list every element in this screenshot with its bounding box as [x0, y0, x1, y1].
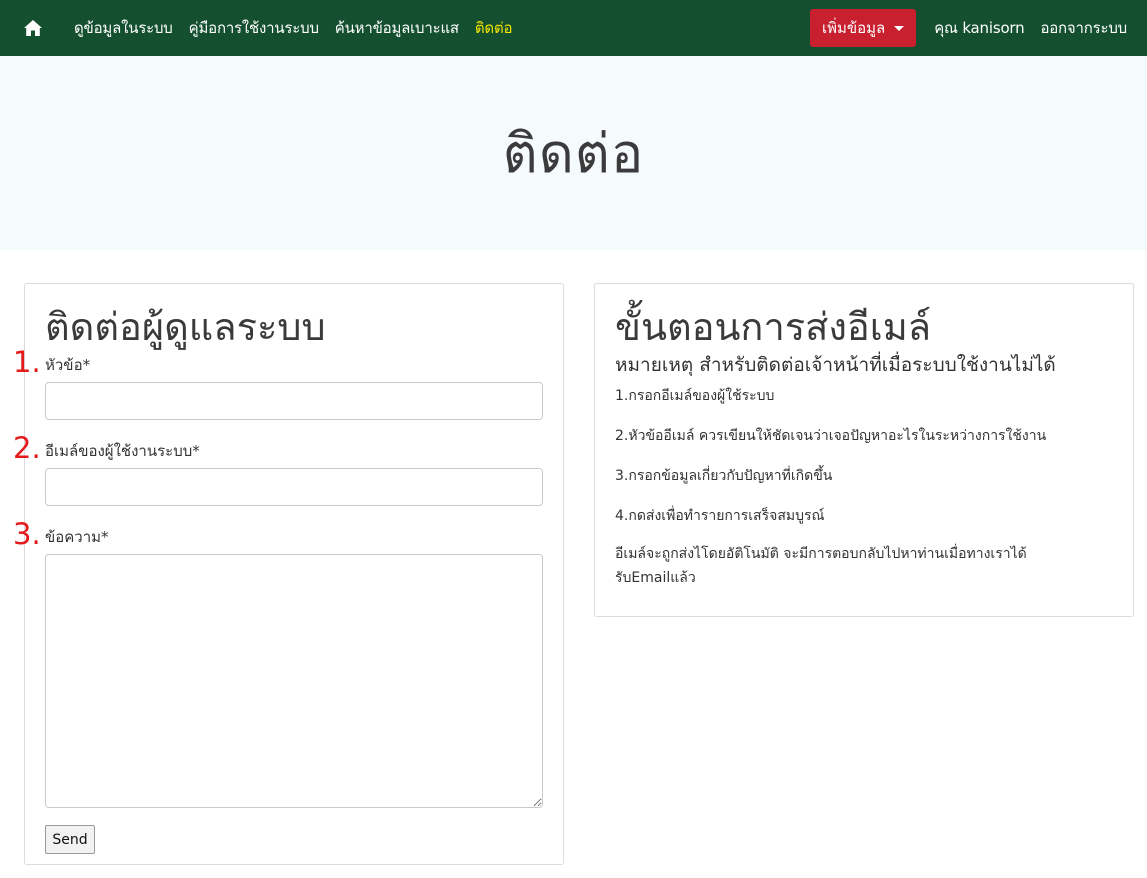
page-title: ติดต่อ: [502, 122, 645, 185]
step-text-4: 4.กดส่งเพื่อทำรายการเสร็จสมบูรณ์: [615, 508, 825, 524]
home-icon[interactable]: [23, 18, 43, 38]
send-button[interactable]: Send: [45, 825, 95, 854]
add-data-dropdown-button[interactable]: เพิ่มข้อมูล: [809, 9, 917, 47]
email-label: อีเมล์ของผู้ใช้งานระบบ*: [45, 442, 200, 460]
subject-label: หัวข้อ*: [45, 356, 91, 374]
logout-link[interactable]: ออกจากระบบ: [1040, 16, 1127, 40]
nav-link-view-data[interactable]: ดูข้อมูลในระบบ: [74, 16, 173, 40]
message-textarea[interactable]: [45, 554, 543, 808]
step-number-1: 1.: [13, 345, 41, 379]
step-number-3: 3.: [13, 517, 41, 551]
message-label: ข้อความ*: [45, 528, 109, 546]
user-name-link[interactable]: คุณ kanisorn: [934, 16, 1024, 40]
subject-input[interactable]: [45, 382, 543, 420]
contact-form-title: ติดต่อผู้ดูแลระบบ: [45, 305, 326, 349]
add-data-label: เพิ่มข้อมูล: [821, 19, 886, 37]
step-text-1: 1.กรอกอีเมล์ของผู้ใช้ระบบ: [615, 388, 775, 404]
contact-form-card: ติดต่อผู้ดูแลระบบ 1. หัวข้อ* 2. อีเมล์ขอ…: [13, 283, 564, 865]
step-text-2: 2.หัวข้ออีเมล์ ควรเขียนให้ชัดเจนว่าเจอปั…: [615, 428, 1047, 444]
page-header: ติดต่อ: [0, 56, 1147, 250]
email-steps-title: ขั้นตอนการส่งอีเมล์: [615, 305, 932, 349]
step-text-3: 3.กรอกข้อมูลเกี่ยวกับปัญหาที่เกิดขึ้น: [615, 468, 833, 484]
nav-link-contact[interactable]: ติดต่อ: [475, 16, 513, 40]
auto-reply-note: อีเมล์จะถูกส่งไโดยอัติโนมัติ จะมีการตอบก…: [615, 546, 1027, 586]
nav-right: เพิ่มข้อมูล คุณ kanisorn ออกจากระบบ: [809, 0, 1127, 56]
caret-down-icon: [894, 25, 905, 31]
email-input[interactable]: [45, 468, 543, 506]
nav-links: ดูข้อมูลในระบบ คู่มือการใช้งานระบบ ค้นหา…: [74, 0, 528, 56]
top-navbar: ดูข้อมูลในระบบ คู่มือการใช้งานระบบ ค้นหา…: [0, 0, 1147, 56]
note-heading: หมายเหตุ สำหรับติดต่อเจ้าหน้าที่เมื่อระบ…: [615, 354, 1056, 376]
nav-link-user-manual[interactable]: คู่มือการใช้งานระบบ: [189, 16, 319, 40]
email-steps-card: ขั้นตอนการส่งอีเมล์ หมายเหตุ สำหรับติดต่…: [594, 283, 1134, 617]
step-number-2: 2.: [13, 431, 41, 465]
nav-link-search-clues[interactable]: ค้นหาข้อมูลเบาะแส: [335, 16, 459, 40]
